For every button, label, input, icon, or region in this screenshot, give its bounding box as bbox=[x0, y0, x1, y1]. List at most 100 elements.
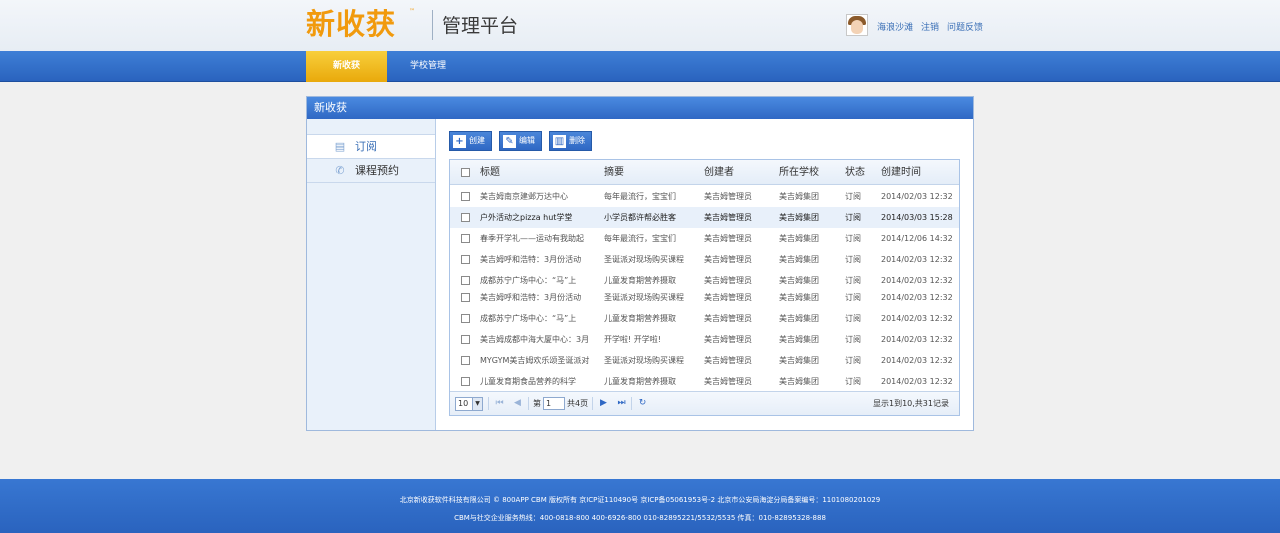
cell-school: 美吉姆集团 bbox=[779, 293, 819, 302]
table-row[interactable]: 春季开学礼——运动有我助起 每年最流行，宝宝们 美吉姆管理员 美吉姆集团 订阅 2014/… bbox=[450, 228, 959, 249]
data-table: 标题 摘要 创建者 所在学校 状态 创建时间 美吉姆南京建邺万达中心 每年最流行，… bbox=[449, 159, 960, 416]
table-row[interactable]: MYGYM美吉姆欢乐颂圣诞派对 圣诞派对现场购买课程 美吉姆管理员 美吉姆集团 订阅 20… bbox=[450, 350, 959, 371]
refresh-icon[interactable]: ↻ bbox=[637, 398, 648, 409]
cell-summary: 开学啦! 开学啦! bbox=[604, 335, 661, 344]
select-all-checkbox[interactable] bbox=[461, 168, 470, 177]
column-header-creator[interactable]: 创建者 bbox=[704, 160, 774, 185]
cell-created-time: 2014/02/03 12:32 bbox=[881, 293, 953, 302]
create-button-label: 创建 bbox=[469, 136, 485, 145]
cell-school: 美吉姆集团 bbox=[779, 314, 819, 323]
row-checkbox[interactable] bbox=[461, 356, 470, 365]
row-checkbox[interactable] bbox=[461, 293, 470, 302]
cell-status: 订阅 bbox=[845, 377, 861, 386]
cell-status: 订阅 bbox=[845, 192, 861, 201]
cell-creator: 美吉姆管理员 bbox=[704, 293, 752, 302]
user-links: 海浪沙滩 注销 问题反馈 bbox=[877, 20, 983, 33]
cell-summary: 儿童发育期营养摄取 bbox=[604, 377, 676, 386]
column-header-summary[interactable]: 摘要 bbox=[604, 160, 698, 185]
row-checkbox[interactable] bbox=[461, 192, 470, 201]
cell-title: 春季开学礼——运动有我助起 bbox=[480, 234, 584, 243]
cell-creator: 美吉姆管理员 bbox=[704, 377, 752, 386]
row-checkbox[interactable] bbox=[461, 213, 470, 222]
cell-school: 美吉姆集团 bbox=[779, 335, 819, 344]
page-total-label: 共4页 bbox=[567, 399, 589, 408]
logout-link[interactable]: 注销 bbox=[921, 20, 939, 33]
sidebar-item-course-booking[interactable]: ✆ 课程预约 bbox=[307, 159, 435, 183]
table-row[interactable]: 美吉姆呼和浩特：3月份活动 圣诞派对现场购买课程 美吉姆管理员 美吉姆集团 订阅 2014… bbox=[450, 249, 959, 270]
last-page-icon[interactable]: ⏭ bbox=[616, 398, 627, 409]
cell-summary: 儿童发育期营养摄取 bbox=[604, 314, 676, 323]
sidebar-item-subscription[interactable]: ▤ 订阅 bbox=[307, 135, 435, 159]
table-row[interactable]: 成都苏宁广场中心：“马”上 儿童发育期营养摄取 美吉姆管理员 美吉姆集团 订阅 2014/… bbox=[450, 308, 959, 329]
page-size-select[interactable]: 10 ▼ bbox=[455, 397, 483, 411]
column-header-status[interactable]: 状态 bbox=[845, 160, 875, 185]
table-header: 标题 摘要 创建者 所在学校 状态 创建时间 bbox=[450, 160, 959, 185]
pager-divider bbox=[528, 397, 529, 410]
column-header-school[interactable]: 所在学校 bbox=[779, 160, 839, 185]
pager-divider bbox=[631, 397, 632, 410]
table-body: 美吉姆南京建邺万达中心 每年最流行，宝宝们 美吉姆管理员 美吉姆集团 订阅 2014/02… bbox=[450, 185, 959, 391]
row-checkbox[interactable] bbox=[461, 314, 470, 323]
cell-school: 美吉姆集团 bbox=[779, 234, 819, 243]
cell-title: 美吉姆南京建邺万达中心 bbox=[480, 192, 568, 201]
pager-divider bbox=[592, 397, 593, 410]
cell-creator: 美吉姆管理员 bbox=[704, 314, 752, 323]
cell-title: MYGYM美吉姆欢乐颂圣诞派对 bbox=[480, 356, 590, 365]
cell-status: 订阅 bbox=[845, 255, 861, 264]
cell-creator: 美吉姆管理员 bbox=[704, 234, 752, 243]
prev-page-icon[interactable]: ◀ bbox=[512, 398, 523, 409]
cell-summary: 圣诞派对现场购买课程 bbox=[604, 356, 684, 365]
sidebar-spacer bbox=[307, 119, 435, 135]
feedback-link[interactable]: 问题反馈 bbox=[947, 20, 983, 33]
cell-title: 美吉姆呼和浩特：3月份活动 bbox=[480, 255, 582, 264]
create-button[interactable]: + 创建 bbox=[449, 131, 492, 151]
table-row[interactable]: 儿童发育期食品营养的科学 儿童发育期营养摄取 美吉姆管理员 美吉姆集团 订阅 2014/0… bbox=[450, 371, 959, 392]
top-header: 新收获 ™ 管理平台 海浪沙滩 注销 问题反馈 bbox=[0, 0, 1280, 51]
header-divider bbox=[432, 10, 433, 40]
page-size-value: 10 bbox=[458, 399, 469, 408]
cell-school: 美吉姆集团 bbox=[779, 192, 819, 201]
brand-logo[interactable]: 新收获 bbox=[306, 6, 396, 42]
cell-created-time: 2014/12/06 14:32 bbox=[881, 234, 953, 243]
cell-summary: 圣诞派对现场购买课程 bbox=[604, 293, 684, 302]
cell-status: 订阅 bbox=[845, 335, 861, 344]
panel-title: 新收获 bbox=[307, 97, 973, 119]
cell-summary: 每年最流行，宝宝们 bbox=[604, 192, 676, 201]
table-row[interactable]: 户外活动之pizza hut学堂 小学员都许帮必胜客 美吉姆管理员 美吉姆集团 订阅 20… bbox=[450, 207, 959, 228]
pagination-bar: 10 ▼ ⏮ ◀ 第 1 共4页 ▶ ⏭ ↻ 显示1到10,共31记录 bbox=[450, 391, 959, 415]
cell-school: 美吉姆集团 bbox=[779, 213, 819, 222]
row-checkbox[interactable] bbox=[461, 234, 470, 243]
nav-tab-school-management[interactable]: 学校管理 bbox=[398, 51, 458, 82]
username-link[interactable]: 海浪沙滩 bbox=[877, 20, 913, 33]
row-checkbox[interactable] bbox=[461, 335, 470, 344]
cell-school: 美吉姆集团 bbox=[779, 377, 819, 386]
table-row[interactable]: 美吉姆成都中海大厦中心：3月 开学啦! 开学啦! 美吉姆管理员 美吉姆集团 订阅 2014… bbox=[450, 329, 959, 350]
delete-button[interactable]: ▥ 删除 bbox=[549, 131, 592, 151]
cell-title: 儿童发育期食品营养的科学 bbox=[480, 377, 576, 386]
cell-summary: 小学员都许帮必胜客 bbox=[604, 213, 676, 222]
row-checkbox[interactable] bbox=[461, 276, 470, 285]
first-page-icon[interactable]: ⏮ bbox=[494, 398, 505, 409]
column-header-title[interactable]: 标题 bbox=[480, 160, 598, 185]
row-checkbox[interactable] bbox=[461, 377, 470, 386]
row-checkbox[interactable] bbox=[461, 255, 470, 264]
footer-hotline: CBM与社交企业服务热线：400-0818-800 400-6926-800 0… bbox=[454, 514, 826, 522]
cell-title: 美吉姆成都中海大厦中心：3月 bbox=[480, 335, 590, 344]
cell-created-time: 2014/02/03 12:32 bbox=[881, 335, 953, 344]
cell-created-time: 2014/02/03 12:32 bbox=[881, 314, 953, 323]
cell-status: 订阅 bbox=[845, 213, 861, 222]
table-row[interactable]: 美吉姆呼和浩特：3月份活动 圣诞派对现场购买课程 美吉姆管理员 美吉姆集团 订阅 2014… bbox=[450, 287, 959, 308]
next-page-icon[interactable]: ▶ bbox=[598, 398, 609, 409]
column-header-created-time[interactable]: 创建时间 bbox=[881, 160, 959, 185]
edit-button[interactable]: ✎ 编辑 bbox=[499, 131, 542, 151]
page-number-input[interactable]: 1 bbox=[543, 397, 565, 410]
cell-summary: 圣诞派对现场购买课程 bbox=[604, 255, 684, 264]
cell-creator: 美吉姆管理员 bbox=[704, 356, 752, 365]
table-row[interactable]: 美吉姆南京建邺万达中心 每年最流行，宝宝们 美吉姆管理员 美吉姆集团 订阅 2014/02… bbox=[450, 186, 959, 207]
cell-school: 美吉姆集团 bbox=[779, 356, 819, 365]
trademark-mark: ™ bbox=[409, 8, 415, 15]
nav-tab-xinshouhuo[interactable]: 新收获 bbox=[306, 51, 387, 82]
cell-created-time: 2014/02/03 12:32 bbox=[881, 192, 953, 201]
user-avatar[interactable] bbox=[846, 14, 868, 36]
cell-school: 美吉姆集团 bbox=[779, 255, 819, 264]
